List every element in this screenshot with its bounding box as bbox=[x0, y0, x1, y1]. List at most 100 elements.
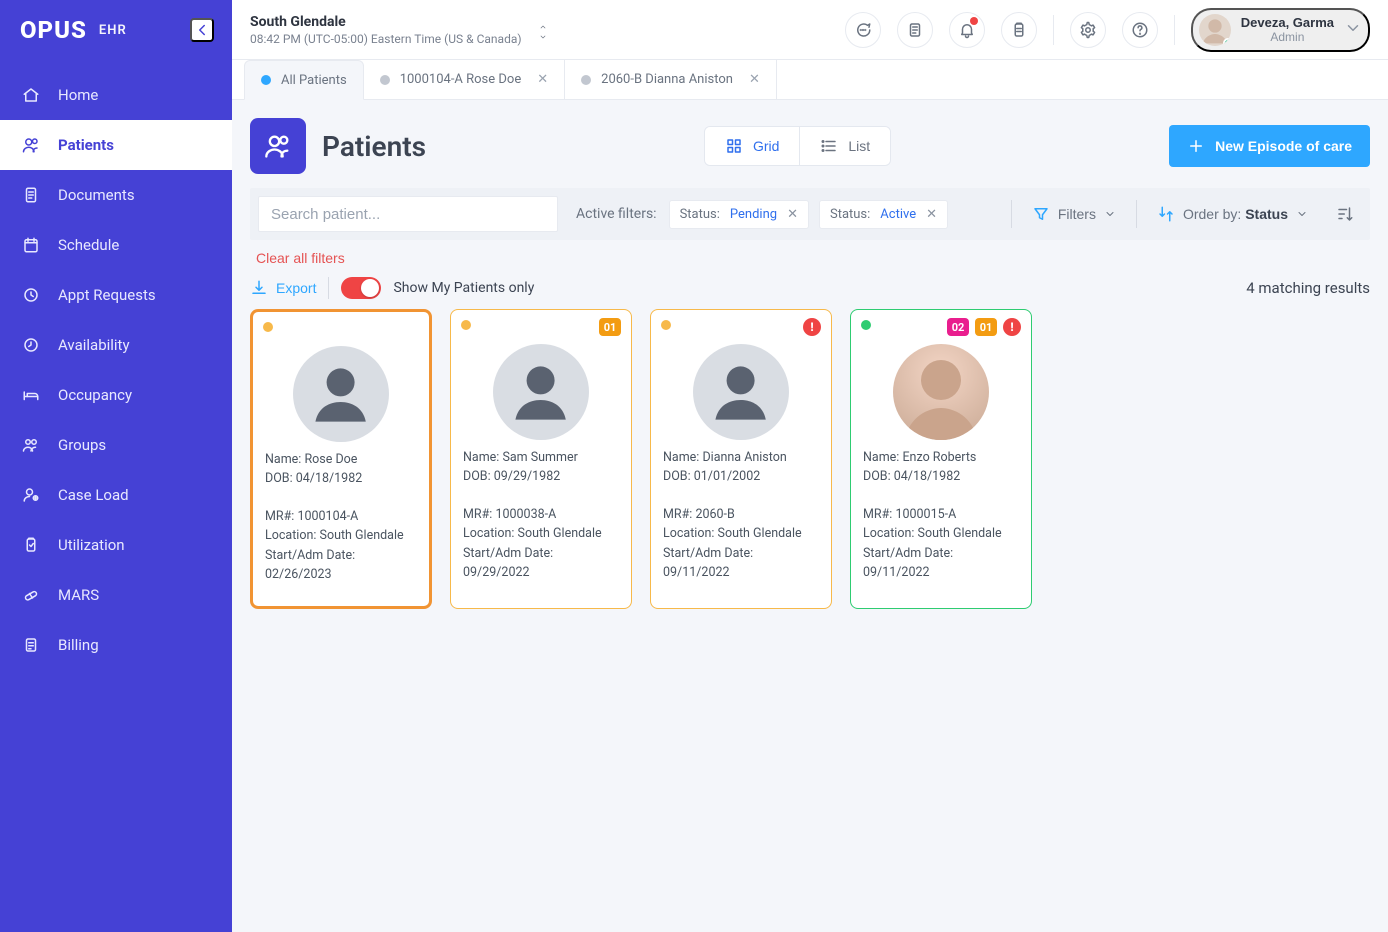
sort-updown-icon bbox=[538, 23, 548, 41]
sidebar-item-occupancy[interactable]: Occupancy bbox=[0, 370, 232, 420]
badge-count: 01 bbox=[599, 318, 621, 336]
patient-card[interactable]: Name: Rose Doe DOB: 04/18/1982 MR#: 1000… bbox=[250, 309, 432, 609]
view-toggle: Grid List bbox=[704, 126, 891, 166]
active-filters-label: Active filters: bbox=[576, 206, 657, 222]
tab-1[interactable]: 1000104-A Rose Doe✕ bbox=[364, 60, 565, 99]
patient-mr: 1000015-A bbox=[895, 507, 956, 522]
sidebar-item-documents[interactable]: Documents bbox=[0, 170, 232, 220]
patients-icon bbox=[20, 134, 42, 156]
brand-name: OPUS bbox=[20, 16, 87, 44]
sidebar-item-patients[interactable]: Patients bbox=[0, 120, 232, 170]
badge-count: 02 bbox=[947, 318, 969, 336]
status-dot-icon bbox=[261, 75, 271, 85]
alert-icon: ! bbox=[803, 318, 821, 336]
chat-button[interactable] bbox=[845, 12, 881, 48]
list-icon bbox=[820, 137, 838, 155]
filters-button[interactable]: Filters bbox=[1024, 205, 1124, 223]
grid-icon bbox=[725, 137, 743, 155]
sort-direction-button[interactable] bbox=[1328, 205, 1362, 223]
sidebar-item-groups[interactable]: Groups bbox=[0, 420, 232, 470]
sidebar-item-schedule[interactable]: Schedule bbox=[0, 220, 232, 270]
collapse-sidebar-button[interactable] bbox=[190, 18, 214, 42]
patient-card[interactable]: ! Name: Dianna Aniston DOB: 01/01/2002 M… bbox=[650, 309, 832, 609]
patient-start: 09/11/2022 bbox=[663, 565, 730, 580]
chevron-down-icon bbox=[1104, 208, 1116, 220]
show-my-patients-toggle[interactable] bbox=[341, 277, 381, 299]
order-by-button[interactable]: Order by: Status bbox=[1149, 205, 1316, 223]
sidebar: OPUS EHR HomePatientsDocumentsScheduleAp… bbox=[0, 0, 232, 932]
export-button[interactable]: Export bbox=[250, 279, 316, 297]
notes-icon bbox=[906, 21, 924, 39]
view-list-button[interactable]: List bbox=[799, 127, 890, 165]
sidebar-item-billing[interactable]: Billing bbox=[0, 620, 232, 670]
settings-button[interactable] bbox=[1070, 12, 1106, 48]
filter-chip-0: Status: Pending ✕ bbox=[669, 200, 809, 229]
tab-label: All Patients bbox=[281, 73, 347, 88]
card-badges: ! bbox=[803, 318, 821, 336]
user-menu[interactable]: Deveza, Garma Admin bbox=[1191, 8, 1370, 52]
close-icon[interactable]: ✕ bbox=[537, 72, 548, 87]
search-input[interactable] bbox=[258, 196, 558, 232]
chevron-down-icon bbox=[1296, 208, 1308, 220]
location-selector[interactable]: South Glendale 08:42 PM (UTC-05:00) East… bbox=[250, 14, 548, 46]
sidebar-item-utilization[interactable]: Utilization bbox=[0, 520, 232, 570]
patient-dob: 04/18/1982 bbox=[296, 471, 363, 486]
notes-button[interactable] bbox=[897, 12, 933, 48]
status-dot-icon bbox=[380, 75, 390, 85]
view-grid-label: Grid bbox=[753, 138, 779, 154]
close-icon[interactable]: ✕ bbox=[787, 207, 798, 222]
view-grid-button[interactable]: Grid bbox=[705, 127, 799, 165]
main: South Glendale 08:42 PM (UTC-05:00) East… bbox=[232, 0, 1388, 932]
status-dot-icon bbox=[461, 320, 471, 330]
new-episode-button[interactable]: New Episode of care bbox=[1169, 125, 1370, 167]
status-dot-icon bbox=[263, 322, 273, 332]
card-badges: 0201! bbox=[947, 318, 1021, 336]
patient-placeholder-icon bbox=[293, 346, 389, 442]
active-filter-chips: Status: Pending ✕Status: Active ✕ bbox=[669, 200, 948, 229]
location-name: South Glendale bbox=[250, 14, 522, 30]
tasks-button[interactable] bbox=[1001, 12, 1037, 48]
chip-value: Pending bbox=[730, 207, 777, 222]
bed-icon bbox=[20, 384, 42, 406]
sidebar-item-case-load[interactable]: Case Load bbox=[0, 470, 232, 520]
patient-mr: 1000038-A bbox=[495, 507, 556, 522]
chat-icon bbox=[854, 21, 872, 39]
patient-card[interactable]: 0201! Name: Enzo Roberts DOB: 04/18/1982… bbox=[850, 309, 1032, 609]
patient-placeholder-icon bbox=[493, 344, 589, 440]
user-role: Admin bbox=[1241, 30, 1334, 44]
sidebar-item-appt-requests[interactable]: Appt Requests bbox=[0, 270, 232, 320]
patient-start: 09/29/2022 bbox=[463, 565, 530, 580]
notifications-button[interactable] bbox=[949, 12, 985, 48]
page-icon bbox=[250, 118, 306, 174]
patient-card[interactable]: 01 Name: Sam Summer DOB: 09/29/1982 MR#:… bbox=[450, 309, 632, 609]
sidebar-item-mars[interactable]: MARS bbox=[0, 570, 232, 620]
new-episode-label: New Episode of care bbox=[1215, 138, 1352, 154]
chip-key: Status: bbox=[830, 207, 870, 222]
sidebar-item-availability[interactable]: Availability bbox=[0, 320, 232, 370]
sort-direction-icon bbox=[1336, 205, 1354, 223]
card-meta: Name: Dianna Aniston DOB: 01/01/2002 MR#… bbox=[663, 448, 819, 582]
tab-2[interactable]: 2060-B Dianna Aniston✕ bbox=[565, 60, 777, 99]
plus-icon bbox=[1187, 137, 1205, 155]
presence-indicator bbox=[1223, 38, 1231, 46]
alert-icon: ! bbox=[1003, 318, 1021, 336]
page-title: Patients bbox=[322, 130, 426, 163]
tab-0[interactable]: All Patients bbox=[244, 60, 364, 100]
patient-name: Rose Doe bbox=[304, 452, 357, 467]
clipboard-icon bbox=[1010, 21, 1028, 39]
patient-mr: 2060-B bbox=[695, 507, 734, 522]
card-meta: Name: Rose Doe DOB: 04/18/1982 MR#: 1000… bbox=[265, 450, 417, 584]
order-prefix: Order by: bbox=[1183, 206, 1241, 222]
notifications-badge bbox=[970, 17, 978, 25]
clear-filters-button[interactable]: Clear all filters bbox=[256, 250, 345, 266]
close-icon[interactable]: ✕ bbox=[926, 207, 937, 222]
card-badges: 01 bbox=[599, 318, 621, 336]
patient-cards: Name: Rose Doe DOB: 04/18/1982 MR#: 1000… bbox=[250, 309, 1370, 609]
sidebar-item-home[interactable]: Home bbox=[0, 70, 232, 120]
card-meta: Name: Sam Summer DOB: 09/29/1982 MR#: 10… bbox=[463, 448, 619, 582]
close-icon[interactable]: ✕ bbox=[749, 72, 760, 87]
divider bbox=[1011, 200, 1012, 228]
filters-label: Filters bbox=[1058, 206, 1096, 222]
help-button[interactable] bbox=[1122, 12, 1158, 48]
order-value: Status bbox=[1245, 206, 1288, 222]
